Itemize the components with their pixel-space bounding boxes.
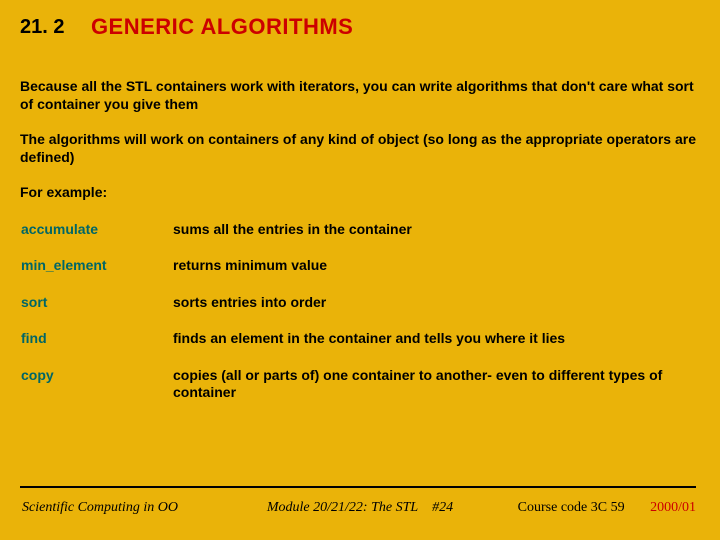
function-desc: sorts entries into order xyxy=(172,293,696,330)
paragraph-1: Because all the STL containers work with… xyxy=(20,78,696,113)
function-desc: sums all the entries in the container xyxy=(172,220,696,257)
function-desc: returns minimum value xyxy=(172,256,696,293)
slide-header: 21. 2 GENERIC ALGORITHMS xyxy=(20,14,700,40)
table-row: sort sorts entries into order xyxy=(20,293,696,330)
footer-course-code: Course code 3C 59 xyxy=(518,500,625,515)
slide-body: Because all the STL containers work with… xyxy=(20,78,696,420)
functions-table: accumulate sums all the entries in the c… xyxy=(20,220,696,420)
footer-page: #24 xyxy=(432,500,453,515)
slide: 21. 2 GENERIC ALGORITHMS Because all the… xyxy=(0,0,720,540)
table-row: find finds an element in the container a… xyxy=(20,329,696,366)
footer-right: Course code 3C 59 2000/01 xyxy=(518,500,696,516)
paragraph-2: The algorithms will work on containers o… xyxy=(20,131,696,166)
footer-divider xyxy=(20,486,696,488)
section-number: 21. 2 xyxy=(20,16,64,39)
table-row: min_element returns minimum value xyxy=(20,256,696,293)
footer-module: Module 20/21/22: The STL xyxy=(267,500,418,515)
example-label: For example: xyxy=(20,184,696,202)
function-desc: copies (all or parts of) one container t… xyxy=(172,366,696,420)
table-row: accumulate sums all the entries in the c… xyxy=(20,220,696,257)
slide-title: GENERIC ALGORITHMS xyxy=(91,14,353,40)
function-name: sort xyxy=(20,293,172,330)
function-desc: finds an element in the container and te… xyxy=(172,329,696,366)
function-name: min_element xyxy=(20,256,172,293)
function-name: copy xyxy=(20,366,172,420)
slide-footer: Scientific Computing in OO Module 20/21/… xyxy=(0,500,720,522)
function-name: find xyxy=(20,329,172,366)
footer-year: 2000/01 xyxy=(650,500,696,515)
table-row: copy copies (all or parts of) one contai… xyxy=(20,366,696,420)
function-name: accumulate xyxy=(20,220,172,257)
